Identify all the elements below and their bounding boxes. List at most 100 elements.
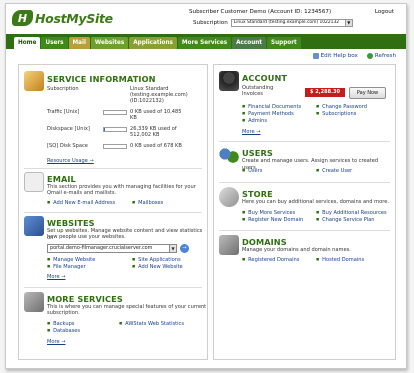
logo[interactable]: H HostMySite — [12, 9, 113, 27]
subscription-value-3: (ID:1022132) — [130, 98, 164, 104]
website-select[interactable]: portal.demo-filmanager.crucialserver.com… — [47, 244, 177, 253]
payment-methods-link[interactable]: Payment Methods — [242, 111, 294, 117]
subscription-label: Subscription — [47, 86, 79, 92]
divider — [219, 182, 390, 183]
logo-text: HostMySite — [35, 10, 113, 26]
websites-desc-2: how people use your websites. — [47, 234, 126, 240]
financial-documents-link[interactable]: Financial Documents — [242, 104, 301, 110]
manage-website-link[interactable]: Manage Website — [47, 257, 95, 263]
service-info-section: SERVICE INFORMATION Subscription Linux S… — [19, 69, 207, 167]
header: H HostMySite Subscriber Customer Demo (A… — [6, 4, 406, 34]
balance-badge: $ 2,288.30 — [305, 88, 345, 97]
logout-link[interactable]: Logout — [375, 9, 394, 15]
subscription-select[interactable]: Linux Standard (testing.example.com) 102… — [230, 19, 353, 27]
domains-desc: Manage your domains and domain names. — [242, 247, 351, 253]
traffic-label: Traffic [Unix] — [47, 109, 80, 115]
account-person-icon — [219, 71, 239, 91]
more-services-section: MORE SERVICES This is where you can mana… — [19, 290, 207, 350]
left-column: SERVICE INFORMATION Subscription Linux S… — [18, 64, 208, 360]
diskspace-value-2: 512,002 KB — [130, 132, 160, 138]
hosted-domains-link[interactable]: Hosted Domains — [316, 257, 364, 263]
diskspace-bar — [103, 127, 127, 132]
tab-applications[interactable]: Applications — [129, 37, 177, 49]
account-section: ACCOUNT Outstanding Invoices $ 2,288.30 … — [214, 69, 395, 141]
buy-more-services-link[interactable]: Buy More Services — [242, 210, 295, 216]
more-services-desc-2: subscription. — [47, 310, 80, 316]
sql-disk-value: 0 KB used of 678 KB — [130, 143, 182, 149]
presentation-icon — [24, 71, 44, 91]
registered-domains-link[interactable]: Registered Domains — [242, 257, 299, 263]
envelope-icon — [24, 172, 44, 192]
admins-link[interactable]: Admins — [242, 118, 267, 124]
subscription-value: Linux Standard (testing.example.com) 102… — [233, 20, 340, 25]
users-link[interactable]: Users — [242, 168, 262, 174]
create-user-link[interactable]: Create User — [316, 168, 352, 174]
tab-mail[interactable]: Mail — [68, 37, 90, 49]
add-website-link[interactable]: Add New Website — [132, 264, 183, 270]
divider — [219, 230, 390, 231]
chevron-down-icon: ▼ — [344, 20, 352, 26]
more-services-more-link[interactable]: More → — [47, 339, 66, 345]
outstanding-label-2: Invoices — [242, 91, 263, 97]
change-password-link[interactable]: Change Password — [316, 104, 367, 110]
users-icon — [219, 146, 239, 166]
email-section: EMAIL This section provides you with man… — [19, 170, 207, 210]
section-title: STORE — [242, 189, 273, 199]
edit-help-label: Edit Help box — [320, 53, 358, 59]
divider — [24, 212, 202, 213]
tab-more-services[interactable]: More Services — [177, 37, 232, 49]
awstats-link[interactable]: AWStats Web Statistics — [119, 321, 184, 327]
subscriptions-link[interactable]: Subscriptions — [316, 111, 356, 117]
resource-usage-link[interactable]: Resource Usage → — [47, 158, 94, 164]
refresh-link[interactable]: Refresh — [366, 53, 396, 59]
account-info: Subscriber Customer Demo (Account ID: 12… — [189, 9, 332, 15]
go-button[interactable]: → — [180, 244, 189, 253]
domains-section: DOMAINS Manage your domains and domain n… — [214, 233, 395, 269]
traffic-value-1: 0 KB used of 10,485 — [130, 109, 182, 115]
file-manager-link[interactable]: File Manager — [47, 264, 85, 270]
main-nav: Home Users Mail Websites Applications Mo… — [6, 34, 406, 49]
subscription-label: Subscription — [193, 20, 228, 26]
buy-additional-resources-link[interactable]: Buy Additional Resources — [316, 210, 387, 216]
pay-now-button[interactable]: Pay Now — [349, 87, 386, 99]
edit-icon — [312, 53, 319, 59]
chevron-down-icon: ▼ — [169, 245, 176, 252]
store-section: STORE Here you can buy additional servic… — [214, 185, 395, 229]
tab-users[interactable]: Users — [41, 37, 68, 49]
monitor-icon — [24, 216, 44, 236]
backups-link[interactable]: Backups — [47, 321, 74, 327]
tab-home[interactable]: Home — [14, 37, 41, 49]
databases-link[interactable]: Databases — [47, 328, 80, 334]
change-plan-link[interactable]: Change Service Plan — [316, 217, 374, 223]
sql-disk-bar — [103, 144, 127, 149]
divider — [219, 141, 390, 142]
mailboxes-link[interactable]: Mailboxes — [132, 200, 163, 206]
subscription-row: Subscription Linux Standard (testing.exa… — [193, 19, 353, 27]
tab-support[interactable]: Support — [267, 37, 301, 49]
section-title: MORE SERVICES — [47, 294, 123, 304]
section-title: WEBSITES — [47, 218, 95, 228]
tab-websites[interactable]: Websites — [90, 37, 129, 49]
diskspace-bar-fill — [104, 128, 106, 131]
logo-mark: H — [12, 10, 33, 26]
traffic-bar — [103, 110, 127, 115]
tab-account[interactable]: Account — [232, 37, 267, 49]
edit-help-link[interactable]: Edit Help box — [312, 53, 358, 59]
sql-disk-label: [SQ] Disk Space — [47, 143, 88, 149]
section-title: ACCOUNT — [242, 73, 288, 83]
website-select-value: portal.demo-filmanager.crucialserver.com — [50, 245, 153, 251]
register-domain-link[interactable]: Register New Domain — [242, 217, 303, 223]
store-desc: Here you can buy additional services, do… — [242, 199, 389, 205]
add-email-link[interactable]: Add New E-mail Address — [47, 200, 115, 206]
divider — [24, 287, 202, 288]
websites-more-link[interactable]: More → — [47, 274, 66, 280]
right-column: ACCOUNT Outstanding Invoices $ 2,288.30 … — [213, 64, 396, 360]
section-title: DOMAINS — [242, 237, 287, 247]
account-more-link[interactable]: More → — [242, 129, 261, 135]
section-title: SERVICE INFORMATION — [47, 74, 156, 84]
gears-icon — [24, 292, 44, 312]
section-title: USERS — [242, 148, 273, 158]
site-applications-link[interactable]: Site Applications — [132, 257, 181, 263]
refresh-icon — [366, 53, 373, 59]
section-title: EMAIL — [47, 174, 76, 184]
